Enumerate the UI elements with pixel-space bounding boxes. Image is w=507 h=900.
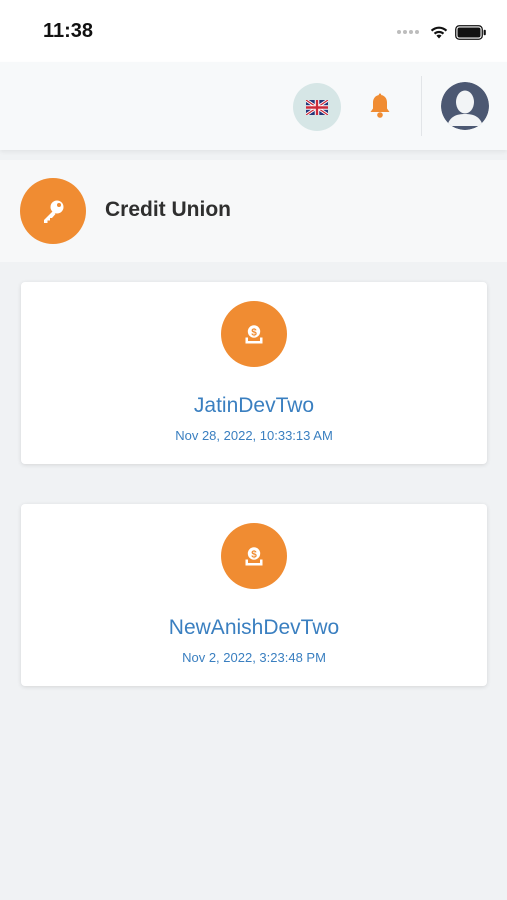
account-card[interactable]: $ JatinDevTwo Nov 28, 2022, 10:33:13 AM	[21, 282, 487, 464]
card-name: JatinDevTwo	[193, 394, 315, 417]
card-icon: $	[221, 523, 287, 589]
wifi-icon	[430, 26, 448, 39]
key-icon	[44, 200, 64, 223]
section-title: Credit Union	[105, 198, 231, 221]
account-card[interactable]: $ NewAnishDevTwo Nov 2, 2022, 3:23:48 PM	[21, 504, 487, 686]
user-avatar-icon	[441, 82, 489, 130]
card-icon: $	[221, 301, 287, 367]
card-date: Nov 2, 2022, 3:23:48 PM	[182, 650, 326, 665]
status-bar: 11:38	[0, 0, 507, 62]
battery-icon	[455, 24, 486, 40]
uk-flag-icon	[306, 99, 328, 115]
card-date: Nov 28, 2022, 10:33:13 AM	[175, 428, 333, 443]
svg-text:$: $	[251, 327, 257, 338]
notification-button[interactable]	[364, 90, 396, 122]
money-deposit-icon: $	[245, 325, 263, 344]
card-name: NewAnishDevTwo	[168, 616, 340, 639]
avatar-button[interactable]	[441, 82, 489, 130]
status-icons	[397, 24, 487, 40]
signal-icon	[397, 30, 419, 34]
app-header	[0, 62, 507, 150]
language-button[interactable]	[293, 83, 341, 131]
section-icon	[20, 178, 86, 244]
money-deposit-icon: $	[245, 547, 263, 566]
section-header: Credit Union	[0, 160, 507, 262]
status-time: 11:38	[43, 20, 94, 42]
bell-icon	[370, 93, 390, 118]
svg-text:$: $	[251, 549, 257, 560]
header-divider	[421, 76, 422, 136]
